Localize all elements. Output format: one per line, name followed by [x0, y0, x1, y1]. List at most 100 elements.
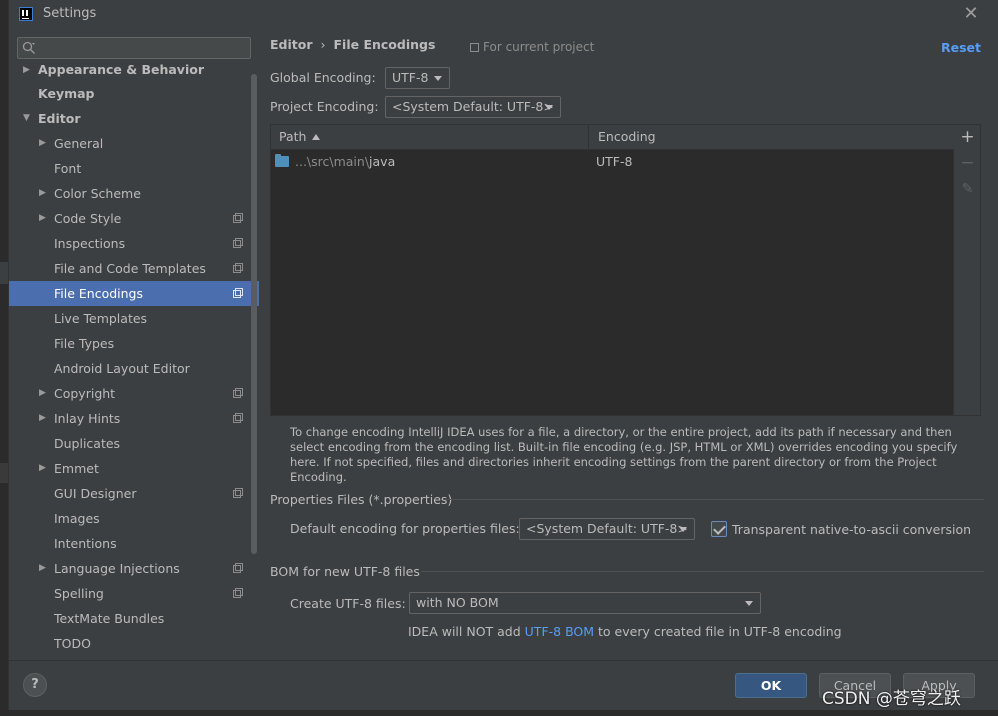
sidebar-item-live-templates[interactable]: Live Templates [9, 306, 259, 331]
project-encoding-label: Project Encoding: [270, 99, 379, 114]
sidebar-item-label: Android Layout Editor [54, 361, 190, 376]
transparent-conversion-checkbox[interactable] [711, 521, 727, 537]
sidebar-item-keymap[interactable]: Keymap [9, 81, 259, 106]
sidebar-item-gui-designer[interactable]: GUI Designer [9, 481, 259, 506]
project-encoding-dropdown[interactable]: <System Default: UTF-8> [385, 96, 561, 118]
project-scope-icon [233, 213, 243, 223]
sidebar-item-label: Code Style [54, 211, 122, 226]
sidebar-item-label: Inlay Hints [54, 411, 121, 426]
bom-dropdown[interactable]: with NO BOM [409, 592, 761, 614]
chevron-right-icon[interactable]: ▶ [39, 456, 49, 481]
sidebar-item-label: Editor [38, 111, 81, 126]
global-encoding-dropdown[interactable]: UTF-8 [385, 67, 450, 89]
chevron-right-icon[interactable]: ▶ [39, 131, 49, 156]
help-button[interactable]: ? [23, 673, 47, 697]
sidebar-item-general[interactable]: ▶ General [9, 131, 259, 156]
chevron-right-icon[interactable]: ▶ [39, 556, 49, 581]
create-utf8-label: Create UTF-8 files: [290, 596, 406, 611]
transparent-conversion-label[interactable]: Transparent native-to-ascii conversion [732, 522, 971, 537]
for-project-hint: For current project [470, 40, 594, 54]
chevron-down-icon[interactable]: ▼ [23, 106, 33, 131]
breadcrumb-parent[interactable]: Editor [270, 37, 313, 52]
sidebar-item-label: Language Injections [54, 561, 180, 576]
folder-icon [275, 154, 289, 167]
bom-value: with NO BOM [416, 595, 499, 610]
chevron-right-icon[interactable]: ▶ [39, 381, 49, 406]
chevron-right-icon[interactable]: ▶ [23, 63, 33, 77]
chevron-down-icon [545, 105, 553, 110]
background-strip [0, 0, 8, 716]
sidebar-item-file-and-code-templates[interactable]: File and Code Templates [9, 256, 259, 281]
file-encodings-panel: Editor › File Encodings For current projec… [259, 28, 998, 660]
project-encoding-value: <System Default: UTF-8> [392, 99, 554, 114]
sidebar-item-label: Intentions [54, 536, 117, 551]
utf8-bom-link[interactable]: UTF-8 BOM [525, 624, 594, 639]
ok-button[interactable]: OK [735, 673, 807, 698]
section-divider [445, 499, 984, 500]
sidebar-item-file-types[interactable]: File Types [9, 331, 259, 356]
sidebar-item-language-injections[interactable]: ▶ Language Injections [9, 556, 259, 581]
title-bar[interactable]: Settings ✕ [9, 0, 998, 28]
sidebar-item-label: Keymap [38, 86, 95, 101]
sidebar-item-copyright[interactable]: ▶ Copyright [9, 381, 259, 406]
sidebar-item-label: GUI Designer [54, 486, 137, 501]
search-input[interactable] [17, 37, 251, 59]
sidebar-item-duplicates[interactable]: Duplicates [9, 431, 259, 456]
sidebar-item-appearance-behavior[interactable]: ▶ Appearance & Behavior [9, 63, 259, 81]
project-scope-icon [233, 588, 243, 598]
project-scope-icon [233, 563, 243, 573]
path-encoding-table: Path Encoding ...\src\main\java UTF-8 [270, 124, 955, 416]
sidebar-item-emmet[interactable]: ▶ Emmet [9, 456, 259, 481]
sidebar-item-android-layout-editor[interactable]: Android Layout Editor [9, 356, 259, 381]
chevron-down-icon [434, 76, 442, 81]
sidebar-item-inspections[interactable]: Inspections [9, 231, 259, 256]
sidebar-item-textmate-bundles[interactable]: TextMate Bundles [9, 606, 259, 631]
project-scope-icon [470, 43, 479, 52]
sidebar-item-editor[interactable]: ▼ Editor [9, 106, 259, 131]
close-icon[interactable]: ✕ [961, 4, 981, 24]
sidebar-item-color-scheme[interactable]: ▶ Color Scheme [9, 181, 259, 206]
add-path-button[interactable]: + [954, 125, 981, 149]
reset-link[interactable]: Reset [941, 40, 981, 55]
project-scope-icon [233, 238, 243, 248]
encoding-help-text: To change encoding IntelliJ IDEA uses fo… [290, 425, 958, 484]
sidebar-item-label: Copyright [54, 386, 116, 401]
chevron-right-icon[interactable]: ▶ [39, 181, 49, 206]
project-scope-icon [233, 388, 243, 398]
encoding-cell[interactable]: UTF-8 [596, 151, 632, 173]
project-scope-icon [233, 488, 243, 498]
column-header-encoding[interactable]: Encoding [590, 125, 955, 149]
chevron-right-icon[interactable]: ▶ [39, 206, 49, 231]
sidebar-item-label: Emmet [54, 461, 99, 476]
sidebar-item-images[interactable]: Images [9, 506, 259, 531]
sidebar-item-font[interactable]: Font [9, 156, 259, 181]
project-scope-icon [233, 413, 243, 423]
project-scope-icon [233, 263, 243, 273]
table-row[interactable]: ...\src\main\java UTF-8 [271, 151, 955, 173]
sidebar-item-label: Appearance & Behavior [38, 63, 204, 77]
sidebar-item-inlay-hints[interactable]: ▶ Inlay Hints [9, 406, 259, 431]
sidebar-item-label: File Types [54, 336, 115, 351]
sidebar-item-label: Duplicates [54, 436, 121, 451]
sidebar-scrollbar[interactable] [251, 74, 257, 554]
sidebar-item-file-encodings[interactable]: File Encodings [9, 281, 259, 306]
sidebar-item-label: Color Scheme [54, 186, 141, 201]
sidebar-item-label: TODO [54, 636, 91, 651]
background-editor-line [0, 262, 8, 284]
sidebar-item-spelling[interactable]: Spelling [9, 581, 259, 606]
sidebar-item-label: Images [54, 511, 100, 526]
settings-dialog: Settings ✕ ▶ Appearance & Behavior Keymap ▼… [8, 0, 998, 710]
sidebar-item-label: File and Code Templates [54, 261, 206, 276]
properties-default-label: Default encoding for properties files: [290, 521, 520, 536]
sidebar-item-label: Spelling [54, 586, 104, 601]
sidebar-item-intentions[interactable]: Intentions [9, 531, 259, 556]
sidebar-item-todo[interactable]: TODO [9, 631, 259, 656]
edit-path-button[interactable]: ✎ [954, 177, 981, 201]
settings-sidebar: ▶ Appearance & Behavior Keymap ▼ Editor ▶ Gene… [9, 28, 259, 660]
properties-encoding-dropdown[interactable]: <System Default: UTF-8> [519, 518, 695, 540]
sidebar-item-code-style[interactable]: ▶ Code Style [9, 206, 259, 231]
column-header-path[interactable]: Path [271, 125, 589, 149]
remove-path-button[interactable]: − [954, 151, 981, 175]
search-icon [22, 41, 35, 54]
chevron-right-icon[interactable]: ▶ [39, 406, 49, 431]
